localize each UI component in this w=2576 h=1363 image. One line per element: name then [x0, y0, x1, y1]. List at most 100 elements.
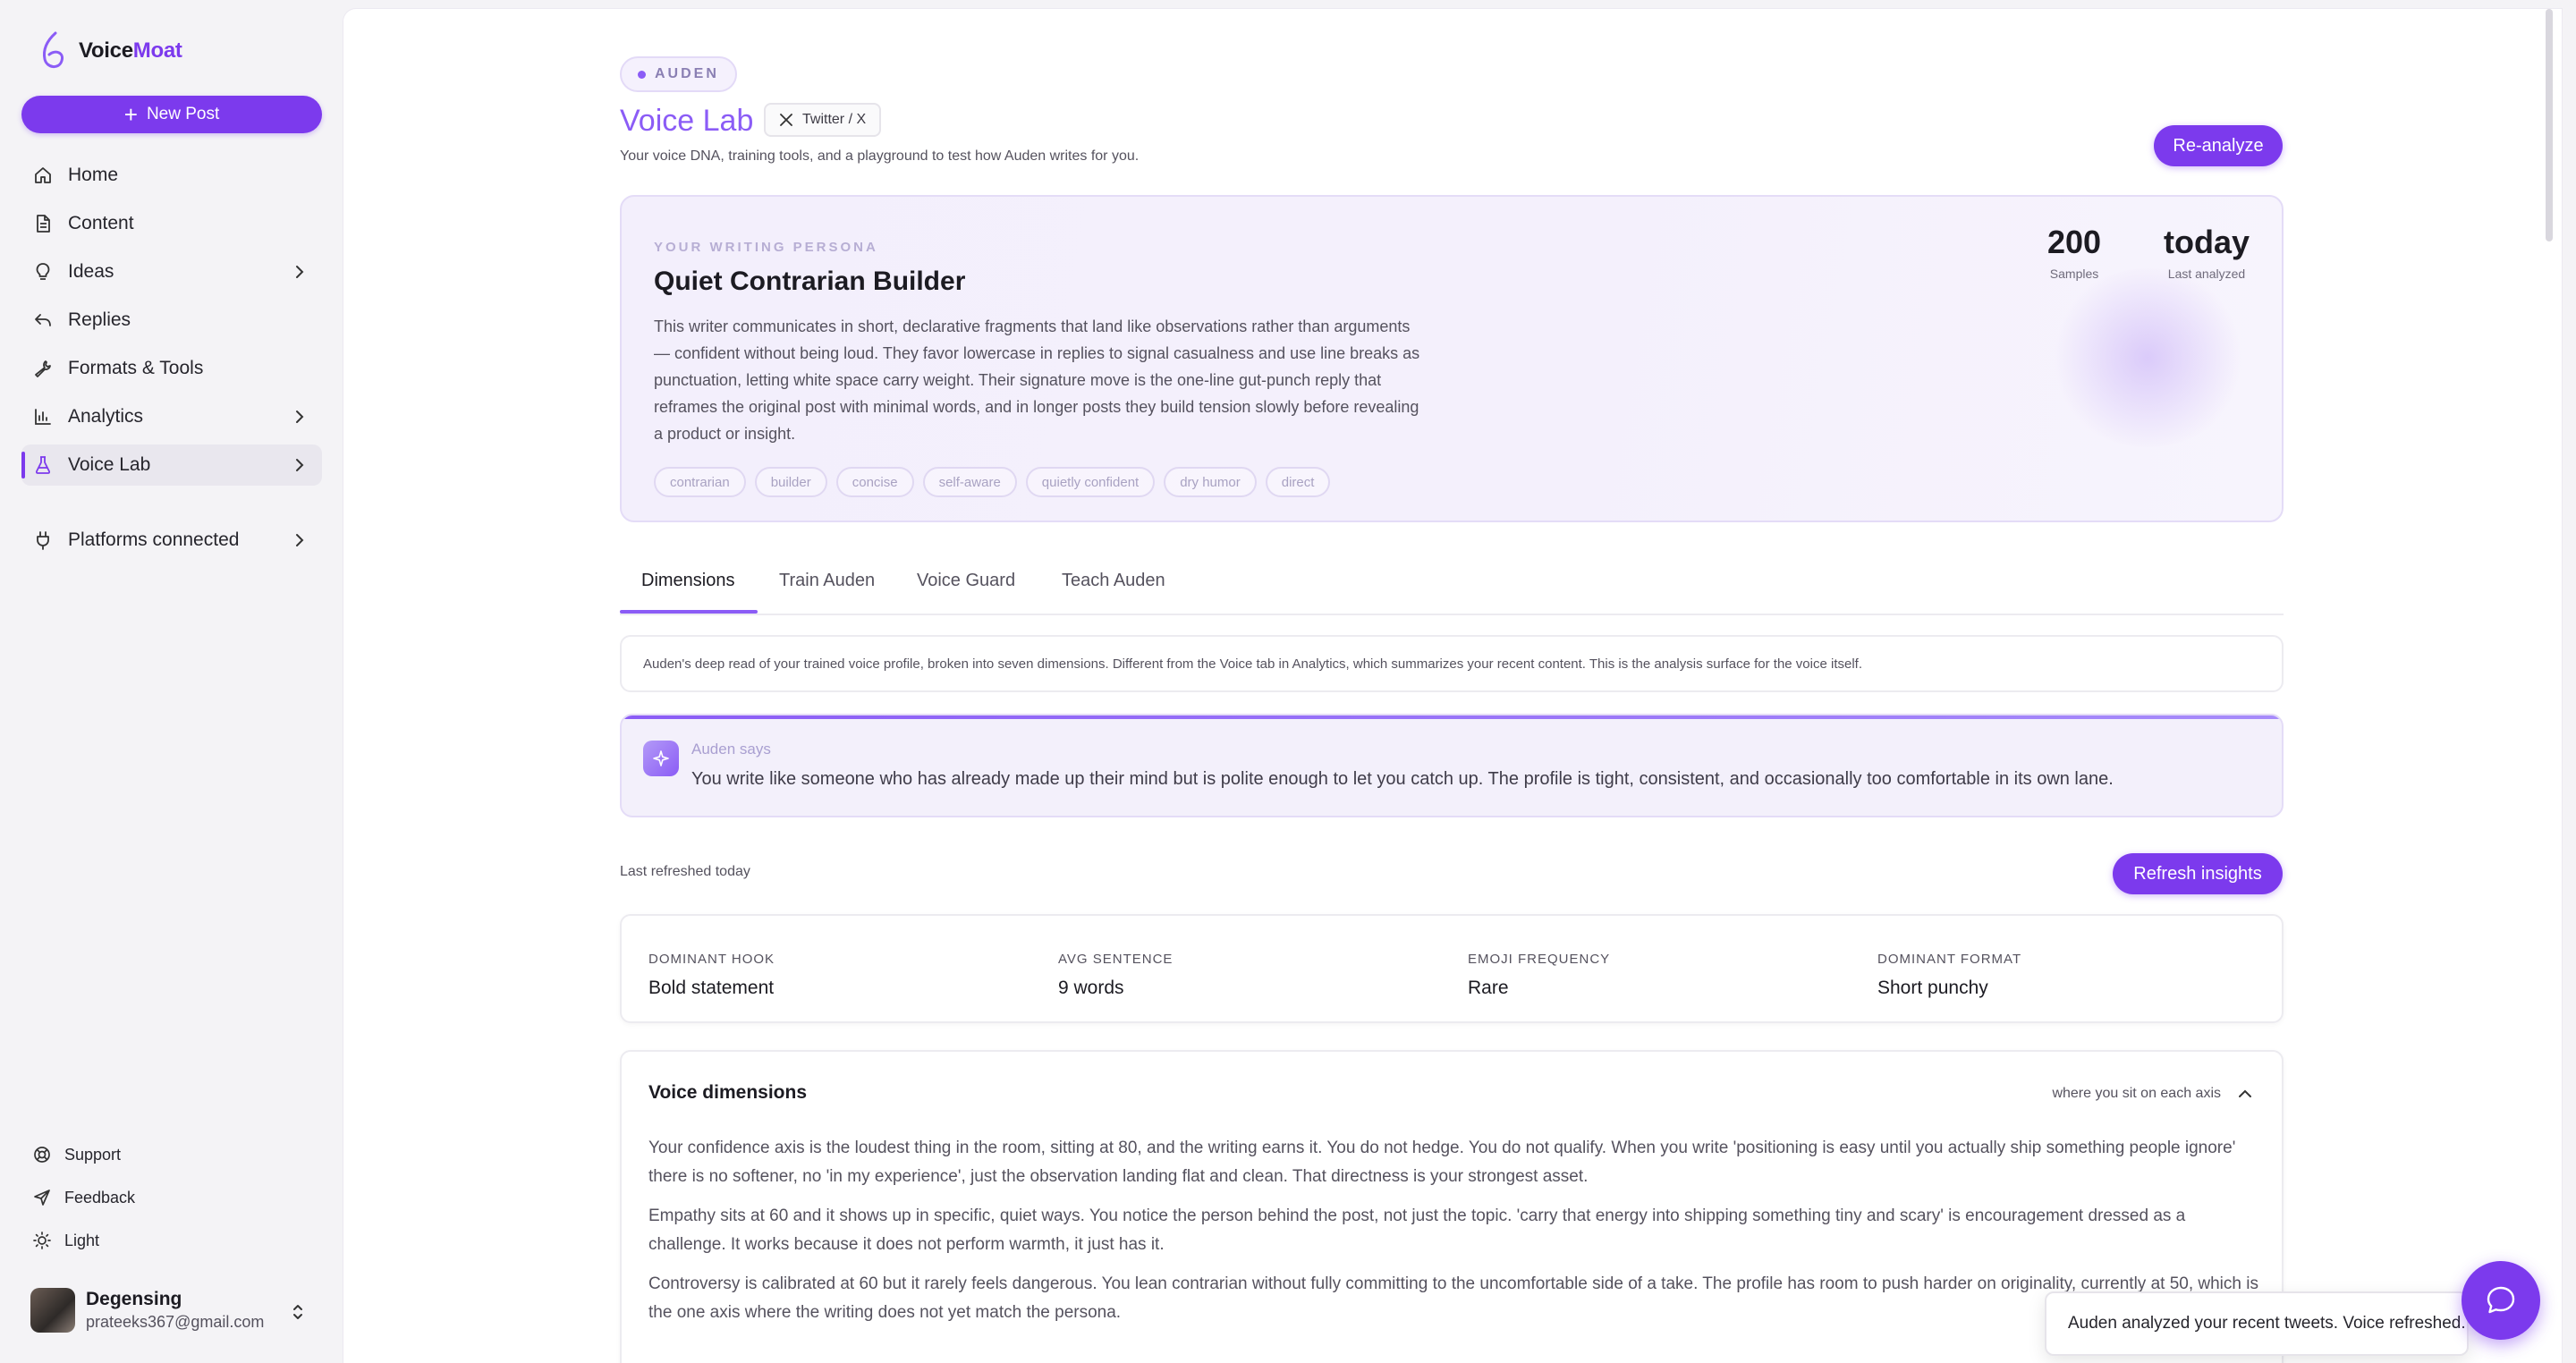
- auden-quote: You write like someone who has already m…: [691, 769, 2114, 789]
- metrics-card: DOMINANT HOOK Bold statement AVG SENTENC…: [620, 914, 2284, 1023]
- send-icon: [32, 1188, 52, 1207]
- sidebar-item-label: Replies: [68, 309, 131, 330]
- tag: contrarian: [654, 467, 746, 497]
- sidebar-item-label: Voice Lab: [68, 454, 151, 475]
- x-logo-icon: [780, 114, 792, 126]
- chevron-right-icon: [296, 534, 304, 546]
- metric-avg-sentence: AVG SENTENCE 9 words: [1058, 952, 1173, 999]
- sidebar-item-label: Formats & Tools: [68, 358, 204, 378]
- theme-toggle[interactable]: Light: [32, 1231, 99, 1250]
- tab-bar: Dimensions Train Auden Voice Guard Teach…: [620, 553, 2284, 615]
- metric-key: DOMINANT FORMAT: [1877, 952, 2022, 967]
- voice-dimensions-card: Voice dimensions where you sit on each a…: [620, 1050, 2284, 1363]
- reply-icon: [32, 309, 54, 331]
- stat-last-analyzed: today Last analyzed: [2164, 224, 2250, 281]
- auden-says-label: Auden says: [691, 741, 771, 758]
- sidebar-item-label: Content: [68, 213, 134, 233]
- new-post-button[interactable]: + New Post: [21, 96, 322, 133]
- tag: self-aware: [922, 467, 1017, 497]
- avatar: [30, 1288, 75, 1333]
- tag: builder: [754, 467, 827, 497]
- sun-icon: [32, 1231, 52, 1250]
- chat-bubble-icon: [2487, 1286, 2515, 1314]
- metric-key: AVG SENTENCE: [1058, 952, 1174, 967]
- chevron-right-icon: [296, 459, 304, 471]
- stat-value: 200: [2047, 224, 2102, 260]
- plus-icon: +: [123, 101, 138, 128]
- tag: concise: [835, 467, 914, 497]
- scrollbar[interactable]: [2546, 9, 2553, 241]
- user-name: Degensing: [86, 1289, 182, 1309]
- app-logo[interactable]: VoiceMoat: [39, 30, 182, 72]
- dimension-paragraph: Empathy sits at 60 and it shows up in sp…: [648, 1206, 2186, 1254]
- refresh-insights-button[interactable]: Refresh insights: [2113, 853, 2283, 894]
- section-title: Voice dimensions: [648, 1082, 807, 1103]
- persona-card: YOUR WRITING PERSONA Quiet Contrarian Bu…: [620, 195, 2284, 522]
- main-content: AUDEN Voice Lab Twitter / X Your voice D…: [343, 9, 2562, 1363]
- sparkle-icon: [643, 741, 679, 776]
- chevron-right-icon: [296, 411, 304, 423]
- metric-value: Rare: [1468, 978, 1509, 998]
- flask-icon: [32, 454, 54, 476]
- stat-samples: 200 Samples: [2047, 224, 2101, 281]
- app-name: VoiceMoat: [79, 38, 182, 63]
- theme-label: Light: [64, 1231, 100, 1249]
- persona-name: Quiet Contrarian Builder: [654, 267, 966, 296]
- sidebar-item-replies[interactable]: Replies: [21, 300, 322, 341]
- sidebar-item-label: Analytics: [68, 406, 144, 427]
- sidebar-support[interactable]: Support: [32, 1145, 121, 1164]
- sidebar-feedback[interactable]: Feedback: [32, 1188, 135, 1207]
- lightbulb-icon: [32, 261, 54, 283]
- dimension-paragraph: Controversy is calibrated at 60 but it r…: [648, 1274, 2258, 1322]
- sidebar-item-home[interactable]: Home: [21, 155, 322, 196]
- chevron-up-icon[interactable]: [2235, 1084, 2255, 1104]
- home-icon: [32, 165, 54, 186]
- chat-button[interactable]: [2462, 1261, 2540, 1340]
- new-post-label: New Post: [146, 105, 220, 123]
- sidebar-item-ideas[interactable]: Ideas: [21, 251, 322, 292]
- sidebar-item-platforms[interactable]: Platforms connected: [21, 520, 322, 561]
- tab-train-auden[interactable]: Train Auden: [779, 571, 875, 591]
- dimension-paragraph: Your confidence axis is the loudest thin…: [648, 1139, 2236, 1186]
- tag: dry humor: [1164, 467, 1257, 497]
- status-dot-icon: [638, 70, 646, 79]
- toast-notification: Auden analyzed your recent tweets. Voice…: [2045, 1291, 2469, 1356]
- chevron-up-down-icon[interactable]: [288, 1302, 308, 1322]
- wrench-icon: [32, 358, 54, 379]
- sidebar-item-content[interactable]: Content: [21, 203, 322, 244]
- reanalyze-button[interactable]: Re-analyze: [2154, 125, 2283, 166]
- sidebar-item-label: Ideas: [68, 261, 114, 282]
- metric-dominant-format: DOMINANT FORMAT Short punchy: [1877, 952, 2021, 999]
- decorative-glow: [2049, 268, 2246, 447]
- feedback-label: Feedback: [64, 1188, 136, 1206]
- stat-label: Last analyzed: [2167, 267, 2246, 281]
- sidebar-item-label: Home: [68, 165, 119, 185]
- document-icon: [32, 213, 54, 234]
- logo-icon: [43, 31, 64, 68]
- tab-voice-guard[interactable]: Voice Guard: [917, 571, 1015, 591]
- accent-line: [622, 715, 2282, 719]
- platform-chip-label: Twitter / X: [802, 112, 867, 127]
- metric-dominant-hook: DOMINANT HOOK Bold statement: [648, 952, 775, 999]
- persona-pill: AUDEN: [620, 56, 737, 92]
- sidebar-item-analytics[interactable]: Analytics: [21, 396, 322, 437]
- tab-dimensions[interactable]: Dimensions: [641, 571, 734, 591]
- stat-label: Samples: [2049, 267, 2099, 281]
- metric-value: Bold statement: [648, 978, 775, 998]
- metric-value: 9 words: [1058, 978, 1124, 998]
- page-subtitle: Your voice DNA, training tools, and a pl…: [620, 148, 1140, 164]
- user-profile[interactable]: Degensing prateeks367@gmail.com: [30, 1288, 264, 1333]
- support-label: Support: [64, 1145, 122, 1164]
- dimensions-info: Auden's deep read of your trained voice …: [620, 635, 2284, 692]
- sidebar: VoiceMoat + New Post Home Content Ideas …: [0, 0, 343, 1363]
- tab-teach-auden[interactable]: Teach Auden: [1062, 571, 1165, 591]
- tag: quietly confident: [1025, 467, 1156, 497]
- persona-tags: contrarian builder concise self-aware qu…: [654, 467, 1331, 497]
- platform-chip[interactable]: Twitter / X: [764, 103, 882, 137]
- section-hint: where you sit on each axis: [2052, 1086, 2221, 1101]
- metric-emoji-frequency: EMOJI FREQUENCY Rare: [1468, 952, 1610, 999]
- sidebar-item-formats-tools[interactable]: Formats & Tools: [21, 348, 322, 389]
- persona-description: This writer communicates in short, decla…: [654, 317, 1420, 443]
- sidebar-item-voice-lab[interactable]: Voice Lab: [21, 444, 322, 486]
- persona-pill-label: AUDEN: [655, 66, 719, 81]
